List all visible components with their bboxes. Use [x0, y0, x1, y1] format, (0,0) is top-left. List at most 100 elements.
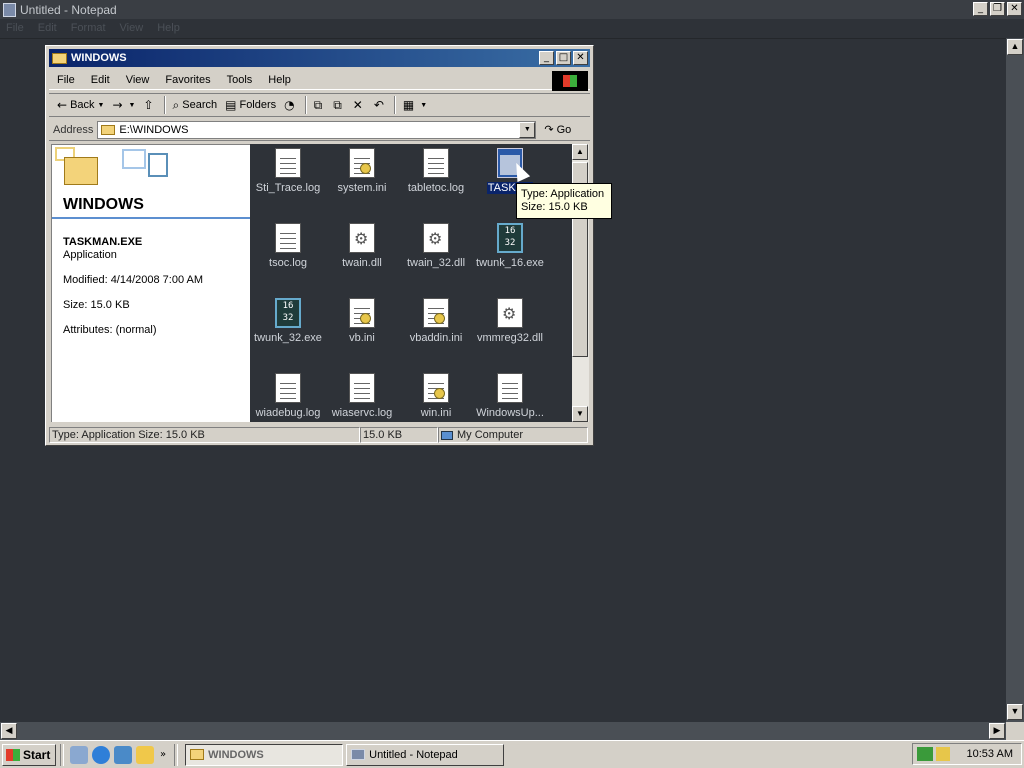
show-desktop-icon[interactable] — [70, 745, 88, 764]
chevron-down-icon[interactable]: ▼ — [519, 121, 536, 138]
file-item[interactable]: vbaddin.ini — [398, 298, 474, 358]
notepad-horizontal-scrollbar[interactable]: ◀ ▶ — [0, 722, 1006, 740]
file-item[interactable]: twain_32.dll — [398, 223, 474, 283]
scroll-right-arrow-icon[interactable]: ▶ — [989, 723, 1005, 739]
file-item[interactable]: twain.dll — [324, 223, 400, 283]
scroll-up-arrow-icon[interactable]: ▲ — [572, 144, 588, 160]
clock[interactable]: 10:53 AM — [967, 748, 1013, 760]
file-item[interactable]: wiaservc.log — [324, 373, 400, 422]
file-item[interactable]: WindowsUp... — [472, 373, 548, 422]
notepad-menu-edit[interactable]: Edit — [38, 22, 57, 34]
config-file-icon — [349, 148, 375, 178]
explorer-maximize-button[interactable]: □ — [556, 51, 571, 65]
notepad-icon — [3, 2, 16, 17]
menu-file[interactable]: File — [49, 74, 83, 86]
notepad-menu-bar: File Edit Format View Help — [0, 19, 1024, 37]
taskbar: Start » WINDOWS Untitled - Notepad 10:53… — [0, 740, 1024, 768]
explorer-minimize-button[interactable]: _ — [539, 51, 554, 65]
scroll-up-arrow-icon[interactable]: ▲ — [1007, 39, 1023, 55]
tooltip-size: Size: 15.0 KB — [521, 201, 588, 213]
explorer-title-bar[interactable]: WINDOWS _ □ ✕ — [49, 49, 590, 67]
start-button[interactable]: Start — [2, 743, 56, 766]
scroll-down-arrow-icon[interactable]: ▼ — [1007, 704, 1023, 720]
notepad-close-button[interactable]: ✕ — [1007, 2, 1022, 16]
move-to-button[interactable]: ⧉ — [310, 94, 330, 116]
undo-button[interactable]: ↶ — [370, 94, 391, 116]
internet-explorer-icon[interactable] — [92, 745, 110, 764]
outlook-express-icon[interactable] — [114, 745, 132, 764]
notepad-vertical-scrollbar[interactable]: ▲ ▼ — [1006, 38, 1024, 722]
scroll-down-arrow-icon[interactable]: ▼ — [572, 406, 588, 422]
menu-favorites[interactable]: Favorites — [157, 74, 218, 86]
notepad-menu-format[interactable]: Format — [71, 22, 106, 34]
chevron-down-icon[interactable]: ▼ — [420, 102, 427, 109]
large-folder-icon — [64, 157, 98, 185]
menu-view[interactable]: View — [118, 74, 158, 86]
text-document-icon — [275, 148, 301, 178]
file-item[interactable]: tsoc.log — [250, 223, 326, 283]
up-folder-button[interactable]: ⇧ — [139, 94, 160, 116]
file-item[interactable]: system.ini — [324, 148, 400, 208]
banner-decoration — [148, 153, 168, 177]
quick-launch-separator — [174, 743, 179, 766]
folder-banner: WINDOWS — [52, 145, 250, 219]
file-item[interactable]: 16 32 twunk_32.exe — [250, 298, 326, 358]
config-file-icon — [423, 373, 449, 403]
status-bar: Type: Application Size: 15.0 KB 15.0 KB … — [49, 427, 590, 443]
back-arrow-icon: ← — [57, 98, 68, 112]
copy-to-button[interactable]: ⧉ — [329, 94, 349, 116]
forward-button[interactable]: → ▼ — [108, 94, 139, 116]
menu-tools[interactable]: Tools — [219, 74, 261, 86]
file-item[interactable]: vb.ini — [324, 298, 400, 358]
file-item[interactable]: win.ini — [398, 373, 474, 422]
search-button[interactable]: ⌕ Search — [169, 94, 222, 116]
address-value: E:\WINDOWS — [119, 123, 189, 136]
toolbar-separator — [304, 96, 307, 114]
taskbar-button-windows[interactable]: WINDOWS — [185, 743, 344, 766]
details-pane: WINDOWS TASKMAN.EXE Application Modified… — [51, 144, 250, 422]
notepad-menu-file[interactable]: File — [6, 22, 24, 34]
selected-file-type: Application — [63, 249, 117, 261]
folder-icon — [101, 124, 116, 135]
back-button[interactable]: ← Back ▼ — [53, 94, 108, 116]
undo-icon: ↶ — [373, 98, 384, 112]
explorer-close-button[interactable]: ✕ — [573, 51, 588, 65]
quick-launch-more-icon[interactable]: » — [160, 749, 166, 760]
notepad-minimize-button[interactable]: _ — [973, 2, 988, 16]
file-item[interactable]: 16 32 twunk_16.exe — [472, 223, 548, 283]
folders-icon: ▤ — [225, 98, 237, 112]
menu-help[interactable]: Help — [260, 74, 299, 86]
notepad-menu-view[interactable]: View — [120, 22, 144, 34]
menu-edit[interactable]: Edit — [83, 74, 118, 86]
notepad-title: Untitled - Notepad — [20, 2, 117, 17]
windows-explorer-icon[interactable] — [136, 745, 154, 764]
chevron-down-icon[interactable]: ▼ — [98, 102, 105, 109]
notepad-menu-help[interactable]: Help — [157, 22, 180, 34]
file-item[interactable]: Sti_Trace.log — [250, 148, 326, 208]
taskbar-button-notepad[interactable]: Untitled - Notepad — [346, 743, 505, 766]
system-tray: 10:53 AM — [912, 743, 1022, 765]
scroll-left-arrow-icon[interactable]: ◀ — [1, 723, 17, 739]
tray-app-icon[interactable] — [936, 747, 950, 761]
address-input[interactable]: E:\WINDOWS ▼ — [97, 120, 537, 139]
file-item[interactable]: vmmreg32.dll — [472, 298, 548, 358]
views-button[interactable]: ▦ ▼ — [399, 94, 431, 116]
history-button[interactable]: ◔ — [280, 94, 301, 116]
views-icon: ▦ — [402, 98, 415, 112]
dll-gear-icon — [497, 298, 523, 328]
toolbar-separator — [163, 96, 166, 114]
size-grip — [1006, 722, 1024, 740]
notepad-title-bar[interactable]: Untitled - Notepad _ ❐ ✕ — [0, 0, 1024, 19]
file-item[interactable]: tabletoc.log — [398, 148, 474, 208]
chevron-down-icon[interactable]: ▼ — [129, 102, 136, 109]
status-description: Type: Application Size: 15.0 KB — [49, 427, 360, 443]
selected-file-modified: Modified: 4/14/2008 7:00 AM — [63, 274, 204, 286]
delete-button[interactable]: ✕ — [349, 94, 370, 116]
folder-icon — [190, 749, 205, 760]
go-button[interactable]: ↷ Go — [544, 123, 571, 136]
network-tray-icon[interactable] — [917, 747, 933, 761]
file-tooltip: Type: Application Size: 15.0 KB — [516, 183, 612, 219]
file-item[interactable]: wiadebug.log — [250, 373, 326, 422]
notepad-restore-button[interactable]: ❐ — [990, 2, 1005, 16]
folders-button[interactable]: ▤ Folders — [221, 94, 280, 116]
